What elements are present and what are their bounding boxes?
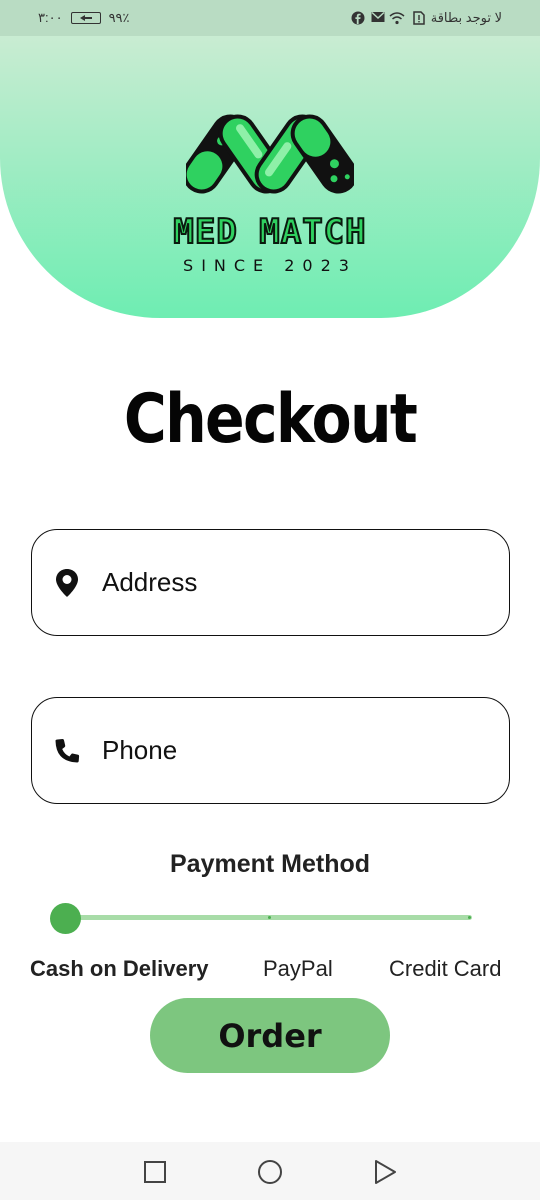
page-title: Checkout	[123, 380, 418, 459]
location-pin-icon	[54, 568, 80, 597]
system-nav-bar	[0, 1142, 540, 1200]
brand-name: MED MATCH	[172, 211, 367, 253]
payment-option-credit-card[interactable]: Credit Card	[389, 956, 501, 982]
brand-tagline: SINCE 2023	[183, 256, 357, 275]
payment-method-title: Payment Method	[169, 850, 371, 878]
battery-icon	[70, 12, 101, 24]
slider-tick	[268, 916, 271, 919]
clock: ٣:٠٠	[38, 10, 63, 25]
battery-percent: ٩٩٪	[108, 10, 130, 25]
phone-icon	[54, 737, 80, 765]
phone-input[interactable]	[102, 735, 462, 766]
phone-field[interactable]	[31, 697, 510, 804]
facebook-icon	[351, 11, 365, 25]
carrier-label: لا توجد بطاقة	[430, 10, 502, 25]
status-right: لا توجد بطاقة	[351, 10, 502, 26]
address-field[interactable]	[31, 529, 510, 636]
square-icon[interactable]	[142, 1159, 168, 1185]
sim-alert-icon	[411, 11, 425, 25]
med-match-logo	[186, 114, 354, 194]
payment-slider-track[interactable]	[66, 915, 472, 920]
wifi-icon	[389, 11, 405, 25]
payment-option-paypal[interactable]: PayPal	[263, 956, 333, 982]
slider-tick	[468, 916, 471, 919]
mail-icon	[371, 11, 385, 25]
header-banner: MED MATCH SINCE 2023	[0, 36, 540, 318]
payment-option-cash-on-delivery[interactable]: Cash on Delivery	[30, 956, 209, 982]
payment-slider-thumb[interactable]	[50, 903, 81, 934]
payment-options: Cash on Delivery PayPal Credit Card	[0, 956, 540, 986]
order-button[interactable]: Order	[150, 998, 390, 1073]
triangle-icon[interactable]	[372, 1159, 398, 1185]
address-input[interactable]	[102, 567, 462, 598]
status-left: ٣:٠٠ ٩٩٪	[38, 10, 130, 26]
circle-icon[interactable]	[257, 1159, 283, 1185]
status-bar: ٣:٠٠ ٩٩٪ لا توجد بطاقة	[0, 0, 540, 36]
